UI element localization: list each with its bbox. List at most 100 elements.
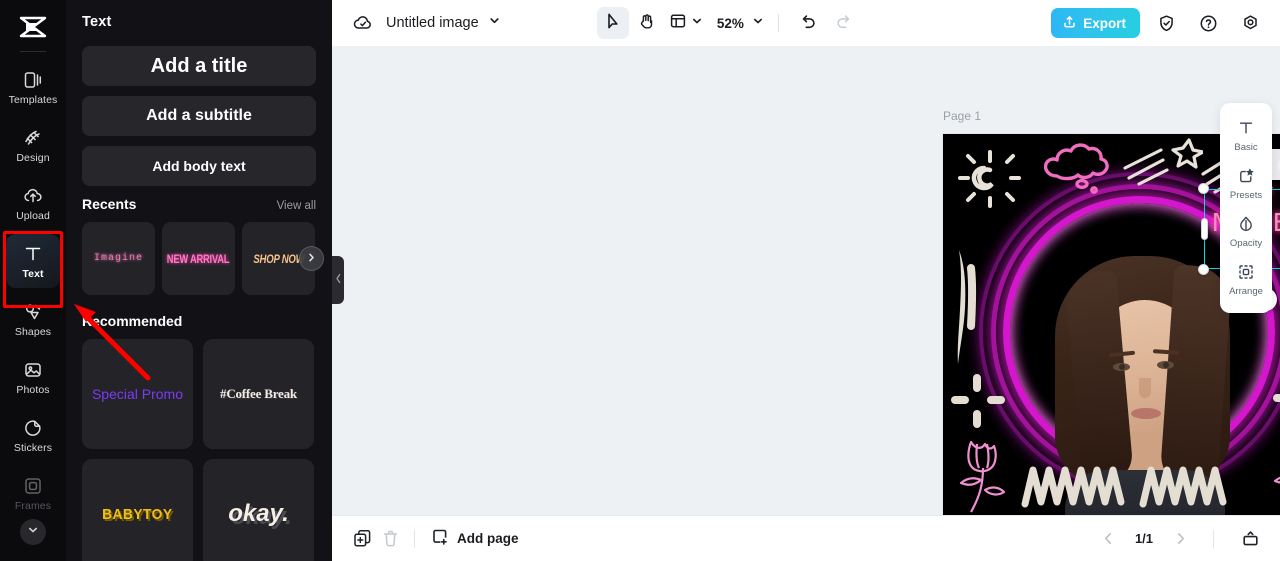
add-page-button[interactable]: Add page bbox=[431, 528, 519, 549]
sidebar-item-text[interactable]: Text bbox=[6, 234, 60, 288]
recents-view-all-link[interactable]: View all bbox=[277, 200, 316, 212]
sidebar-item-frames[interactable]: Frames bbox=[6, 466, 60, 520]
prev-page-button[interactable] bbox=[1097, 528, 1119, 550]
next-page-button[interactable] bbox=[1169, 528, 1191, 550]
recommended-item[interactable]: okay. bbox=[203, 459, 314, 561]
shield-check-icon[interactable] bbox=[1150, 7, 1182, 39]
inspector-item-opacity[interactable]: Opacity bbox=[1220, 207, 1272, 255]
left-sidebar: Templates Design Upload Text Shapes Phot… bbox=[0, 0, 66, 561]
resize-handle-top-left[interactable] bbox=[1198, 183, 1209, 194]
help-circle-icon[interactable] bbox=[1192, 7, 1224, 39]
recommended-item-label: okay. bbox=[228, 500, 289, 527]
sidebar-label: Upload bbox=[16, 209, 50, 222]
page-label: Page 1 bbox=[943, 109, 982, 123]
zoom-control[interactable]: 52% bbox=[717, 14, 764, 32]
arrange-icon bbox=[1236, 262, 1256, 282]
recommended-title: Recommended bbox=[82, 313, 183, 329]
recents-title: Recents bbox=[82, 196, 137, 212]
capcut-logo[interactable] bbox=[15, 12, 51, 42]
inspector-item-arrange[interactable]: Arrange bbox=[1220, 255, 1272, 303]
sparkle-right bbox=[1273, 394, 1280, 402]
resize-handle-middle-left[interactable] bbox=[1200, 218, 1208, 240]
text-icon bbox=[22, 243, 44, 265]
shapes-icon bbox=[22, 301, 44, 323]
chevron-right-icon bbox=[306, 250, 317, 268]
canvas-area[interactable]: Page 1 Basic Presets Opacity Arrange bbox=[332, 46, 1280, 515]
layout-panel-icon bbox=[669, 12, 687, 35]
layout-tool-button[interactable] bbox=[665, 7, 707, 39]
tulip-left bbox=[959, 440, 1006, 513]
chevron-down-icon bbox=[27, 523, 39, 541]
export-button-label: Export bbox=[1083, 15, 1126, 31]
recommended-item[interactable]: Special Promo bbox=[82, 339, 193, 449]
export-button[interactable]: Export bbox=[1051, 8, 1140, 38]
design-icon bbox=[22, 127, 44, 149]
sidebar-label: Photos bbox=[16, 383, 50, 396]
recent-item-label: Imagine bbox=[93, 253, 143, 264]
frames-icon bbox=[22, 475, 44, 497]
sidebar-item-photos[interactable]: Photos bbox=[6, 350, 60, 404]
sidebar-label: Shapes bbox=[14, 325, 52, 338]
recommended-item[interactable]: #Coffee Break bbox=[203, 339, 314, 449]
templates-icon bbox=[22, 69, 44, 91]
present-button[interactable] bbox=[1236, 525, 1264, 553]
inspector-item-label: Basic bbox=[1234, 141, 1258, 153]
inspector-item-label: Arrange bbox=[1229, 285, 1263, 297]
chevron-down-icon bbox=[488, 14, 501, 32]
recents-row: Imagine NEW ARRIVAL SHOP NOW bbox=[82, 222, 324, 295]
recommended-item-label: BABYTOY bbox=[102, 505, 173, 523]
cloud-saved-icon[interactable] bbox=[352, 12, 374, 34]
sidebar-item-templates[interactable]: Templates bbox=[6, 60, 60, 114]
bottom-divider bbox=[414, 529, 415, 548]
recent-item[interactable]: Imagine bbox=[82, 222, 155, 295]
top-toolbar-right: Export bbox=[1051, 7, 1266, 39]
hand-tool-button[interactable] bbox=[631, 7, 663, 39]
add-a-title-button[interactable]: Add a title bbox=[82, 46, 316, 86]
main-area: Untitled image 52% Export Page 1 Basic P… bbox=[332, 0, 1280, 561]
select-tool-button[interactable] bbox=[596, 7, 629, 39]
capcut-editor-window: Templates Design Upload Text Shapes Phot… bbox=[0, 0, 1280, 561]
sidebar-item-design[interactable]: Design bbox=[6, 118, 60, 172]
shooting-star-doodle bbox=[1123, 138, 1203, 186]
inspector-item-basic[interactable]: Basic bbox=[1220, 111, 1272, 159]
add-page-icon bbox=[431, 528, 449, 549]
recommended-item-label: Special Promo bbox=[91, 386, 184, 402]
panel-title: Text bbox=[82, 14, 112, 30]
recents-next-button[interactable] bbox=[299, 246, 324, 271]
chevron-left-icon bbox=[335, 271, 342, 289]
page-indicator: 1/1 bbox=[1134, 531, 1154, 546]
inspector-item-presets[interactable]: Presets bbox=[1220, 159, 1272, 207]
presets-star-icon bbox=[1236, 166, 1256, 186]
panel-collapse-handle[interactable] bbox=[332, 256, 344, 304]
document-title-caret[interactable] bbox=[488, 14, 501, 32]
sparkle-left bbox=[951, 374, 1005, 428]
right-inspector-panel: Basic Presets Opacity Arrange bbox=[1220, 103, 1272, 313]
sidebar-item-upload[interactable]: Upload bbox=[6, 176, 60, 230]
add-body-text-button[interactable]: Add body text bbox=[82, 146, 316, 186]
recommended-item-label: #Coffee Break bbox=[220, 386, 297, 401]
recent-item[interactable]: NEW ARRIVAL bbox=[162, 222, 235, 295]
inspector-item-label: Opacity bbox=[1229, 237, 1263, 249]
brush-stroke-left bbox=[957, 250, 977, 364]
sidebar-item-shapes[interactable]: Shapes bbox=[6, 292, 60, 346]
redo-button[interactable] bbox=[827, 7, 859, 39]
delete-page-button[interactable] bbox=[376, 525, 404, 553]
resize-handle-bottom-left[interactable] bbox=[1198, 264, 1209, 275]
inspector-item-label: Presets bbox=[1229, 189, 1263, 201]
sidebar-expand-more-button[interactable] bbox=[20, 519, 46, 545]
document-title[interactable]: Untitled image bbox=[386, 15, 479, 31]
settings-gear-icon[interactable] bbox=[1234, 7, 1266, 39]
sidebar-item-stickers[interactable]: Stickers bbox=[6, 408, 60, 462]
sidebar-label: Templates bbox=[8, 93, 58, 106]
duplicate-page-button[interactable] bbox=[348, 525, 376, 553]
undo-button[interactable] bbox=[793, 7, 825, 39]
tulip-right bbox=[1273, 476, 1280, 484]
recommended-item[interactable]: BABYTOY bbox=[82, 459, 193, 561]
undo-icon bbox=[800, 12, 818, 35]
add-a-subtitle-button[interactable]: Add a subtitle bbox=[82, 96, 316, 136]
recent-item-label: NEW ARRIVAL bbox=[167, 251, 230, 266]
chevron-down-icon bbox=[691, 14, 703, 32]
rail-divider bbox=[20, 51, 46, 52]
toolbar-divider bbox=[777, 14, 779, 32]
recents-header: Recents View all bbox=[82, 196, 316, 212]
